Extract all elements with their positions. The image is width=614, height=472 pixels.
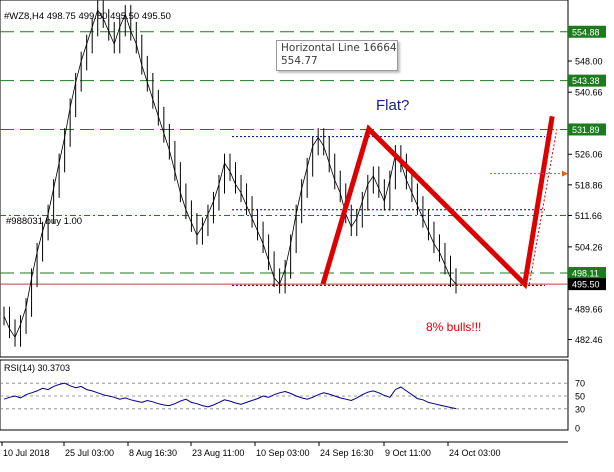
tooltip-line-name: Horizontal Line 16664: [281, 42, 397, 54]
price-axis-label: 504.26: [575, 242, 603, 252]
level-badge-label: 498.11: [572, 269, 599, 279]
price-axis-label: 548.00: [575, 57, 603, 67]
price-axis-label: 511.66: [575, 211, 602, 221]
level-badge-label: 543.38: [572, 76, 600, 86]
chart-window[interactable]: 548.00 540.66 526.06 518.86 511.66 504.26 489.…: [0, 0, 614, 472]
rsi-layer: [0, 382, 568, 410]
projection-line: [528, 128, 558, 285]
flat-pattern-line: [320, 115, 555, 290]
axis-layer: 548.00 540.66 526.06 518.86 511.66 504.26 489.…: [1, 25, 606, 458]
annotation-bulls: 8% bulls!!!: [426, 320, 481, 334]
price-axis-label: 518.86: [575, 180, 603, 190]
time-axis-label: 10 Jul 2018: [3, 448, 50, 458]
rsi-label: RSI(14) 30.3703: [4, 363, 70, 373]
level-badge-label: 554.88: [572, 27, 600, 37]
price-axis-label: 526.06: [575, 150, 603, 160]
rsi-axis-label: 70: [575, 379, 585, 389]
price-axis-label: 482.46: [575, 335, 603, 345]
level-badge-label: 495.50: [572, 280, 600, 290]
time-axis-label: 24 Oct 03:00: [449, 448, 501, 458]
time-axis-label: 24 Sep 16:30: [320, 448, 374, 458]
level-badge-label: 531.89: [572, 125, 600, 135]
annotation-flat: Flat?: [376, 97, 409, 114]
price-axis-label: 489.66: [575, 304, 603, 314]
time-axis-label: 9 Oct 11:00: [385, 448, 431, 458]
price-axis-label: 540.66: [575, 88, 603, 98]
time-axis-label: 10 Sep 03:00: [256, 448, 310, 458]
time-axis-label: 25 Jul 03:00: [65, 448, 114, 458]
time-axis-label: 23 Aug 11:00: [192, 448, 244, 458]
rsi-axis-label: 0: [575, 424, 580, 434]
target-arrow-head: [562, 170, 568, 177]
rsi-pane-frame: [0, 359, 569, 431]
order-label: #988031 buy 1.00: [6, 216, 82, 227]
time-axis-label: 8 Aug 16:30: [129, 448, 177, 458]
chart-header: #WZ8,H4 498.75 499.80 495.50 495.50: [4, 11, 171, 22]
rsi-axis-label: 30: [575, 404, 585, 414]
horizontal-line-tooltip: Horizontal Line 16664 554.77: [276, 40, 398, 71]
tooltip-line-value: 554.77: [281, 55, 318, 67]
pattern-layer: [320, 115, 568, 290]
rsi-axis-label: 50: [575, 392, 585, 402]
